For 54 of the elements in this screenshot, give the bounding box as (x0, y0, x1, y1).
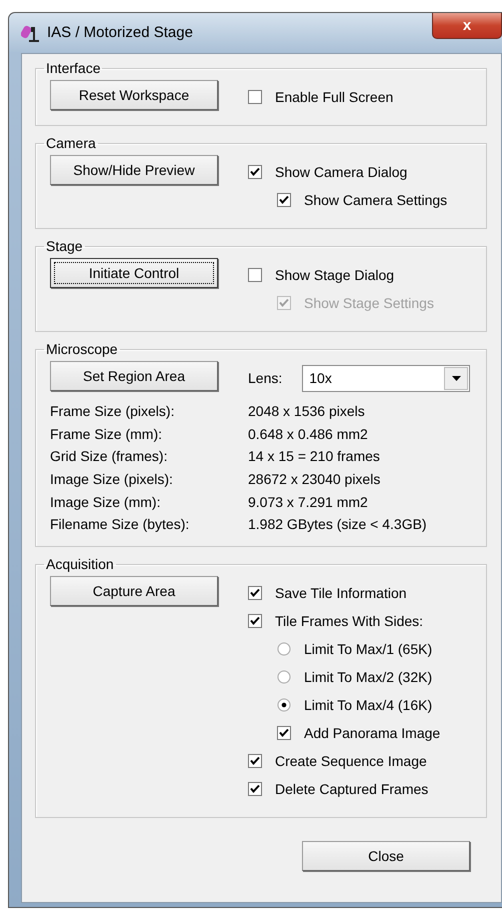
checkbox[interactable] (248, 268, 262, 282)
caret-icon (452, 376, 461, 380)
group-title: Stage (45, 237, 84, 256)
app-icon (21, 23, 41, 43)
group-title: Interface (45, 59, 102, 78)
checkbox[interactable] (248, 614, 262, 628)
info-value: 28672 x 23040 pixels (248, 470, 380, 489)
checkbox[interactable] (248, 586, 262, 600)
lens-dropdown[interactable]: 10x (302, 364, 470, 392)
checkbox-label: Tile Frames With Sides: (275, 612, 424, 631)
checkbox-label: Show Stage Dialog (275, 266, 394, 285)
action-button[interactable]: Reset Workspace (50, 80, 218, 110)
info-label: Frame Size (pixels): (50, 402, 176, 421)
action-button[interactable]: Set Region Area (50, 361, 218, 391)
action-button[interactable]: Show/Hide Preview (50, 155, 218, 185)
checkbox-label: Show Camera Settings (304, 190, 448, 210)
info-value: 9.073 x 7.291 mm2 (248, 492, 368, 512)
info-value: 1.982 GBytes (size < 4.3GB) (248, 515, 427, 534)
checkbox[interactable] (277, 193, 291, 207)
checkbox[interactable] (277, 726, 291, 740)
info-label: Filename Size (bytes): (50, 515, 190, 534)
info-label: Image Size (mm): (50, 492, 162, 512)
info-label: Image Size (pixels): (50, 470, 174, 489)
checkbox[interactable] (248, 90, 262, 104)
checkbox[interactable] (248, 782, 262, 796)
checkbox-label: Create Sequence Image (275, 752, 427, 771)
window-title: IAS / Motorized Stage (47, 22, 193, 43)
close-button[interactable]: x (432, 13, 502, 39)
radio-label: Limit To Max/4 (16K) (304, 696, 432, 715)
checkbox-label: Add Panorama Image (304, 724, 440, 743)
action-button[interactable]: Capture Area (50, 576, 218, 606)
checkbox[interactable] (248, 165, 262, 179)
radio-label: Limit To Max/2 (32K) (304, 668, 432, 687)
radio-button[interactable] (277, 698, 291, 712)
checkbox[interactable] (248, 754, 262, 768)
radio-button[interactable] (277, 642, 291, 656)
close-button[interactable]: Close (302, 841, 470, 872)
group-title: Microscope (45, 340, 119, 359)
info-value: 14 x 15 = 210 frames (248, 447, 380, 466)
radio-label: Limit To Max/1 (65K) (304, 640, 432, 659)
field-label: Lens: (248, 368, 282, 388)
radio-button[interactable] (277, 670, 291, 684)
info-label: Grid Size (frames): (50, 447, 168, 466)
group-title: Camera (45, 134, 97, 153)
checkbox-label: Show Camera Dialog (275, 162, 408, 182)
action-button[interactable]: Initiate Control (50, 258, 218, 288)
checkbox-label: Save Tile Information (275, 584, 407, 603)
checkbox-label: Enable Full Screen (275, 88, 394, 106)
info-value: 2048 x 1536 pixels (248, 402, 365, 421)
checkbox-label: Delete Captured Frames (275, 780, 428, 799)
info-value: 0.648 x 0.486 mm2 (248, 424, 368, 444)
checkbox-label: Show Stage Settings (304, 294, 434, 313)
info-label: Frame Size (mm): (50, 424, 163, 444)
group-title: Acquisition (45, 555, 115, 574)
